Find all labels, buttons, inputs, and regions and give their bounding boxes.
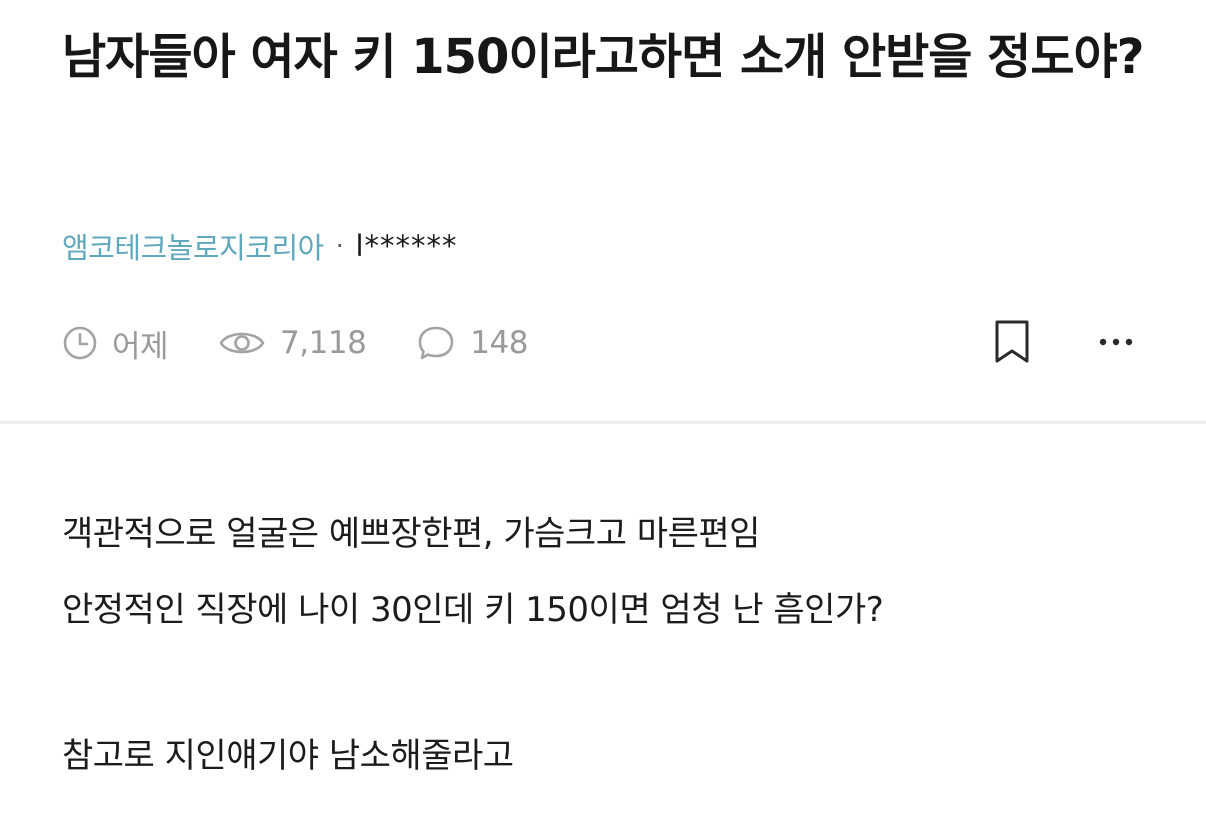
section-divider bbox=[0, 421, 1206, 424]
author-name: l****** bbox=[355, 229, 458, 263]
post-header: 남자들아 여자 키 150이라고하면 소개 안받을 정도야? 앰코테크놀로지코리… bbox=[0, 0, 1206, 420]
more-horizontal-icon bbox=[1099, 338, 1133, 346]
bookmark-button[interactable] bbox=[990, 312, 1034, 372]
post-time: 어제 bbox=[112, 328, 169, 365]
post-body: 객관적으로 얼굴은 예쁘장한편, 가슴크고 마른편임 안정적인 직장에 나이 3… bbox=[62, 496, 1172, 794]
paragraph-break bbox=[62, 648, 1172, 718]
body-paragraph-line: 참고로 지인얘기야 남소해줄라고 bbox=[62, 736, 514, 776]
time-stat: 어제 bbox=[62, 321, 169, 366]
comments-stat[interactable]: 148 bbox=[416, 324, 528, 362]
more-options-button[interactable] bbox=[1094, 312, 1138, 372]
view-count: 7,118 bbox=[280, 325, 367, 361]
comment-bubble-icon bbox=[418, 326, 454, 360]
views-stat: 7,118 bbox=[218, 325, 367, 361]
company-link[interactable]: 앰코테크놀로지코리아 bbox=[62, 225, 324, 267]
comment-count: 148 bbox=[470, 325, 528, 361]
bookmark-icon bbox=[995, 320, 1029, 363]
post-stats: 어제 7,118 148 bbox=[62, 318, 578, 368]
meta-separator: · bbox=[335, 232, 344, 260]
post-meta: 앰코테크놀로지코리아 · l****** bbox=[62, 224, 458, 268]
body-paragraph-line: 객관적으로 얼굴은 예쁘장한편, 가슴크고 마른편임 bbox=[62, 514, 760, 554]
post-title: 남자들아 여자 키 150이라고하면 소개 안받을 정도야? bbox=[62, 29, 1145, 85]
clock-icon bbox=[63, 326, 97, 360]
post-actions bbox=[990, 312, 1138, 372]
body-paragraph-line: 안정적인 직장에 나이 30인데 키 150이면 엄청 난 흠인가? bbox=[62, 590, 884, 630]
eye-icon bbox=[219, 332, 265, 354]
